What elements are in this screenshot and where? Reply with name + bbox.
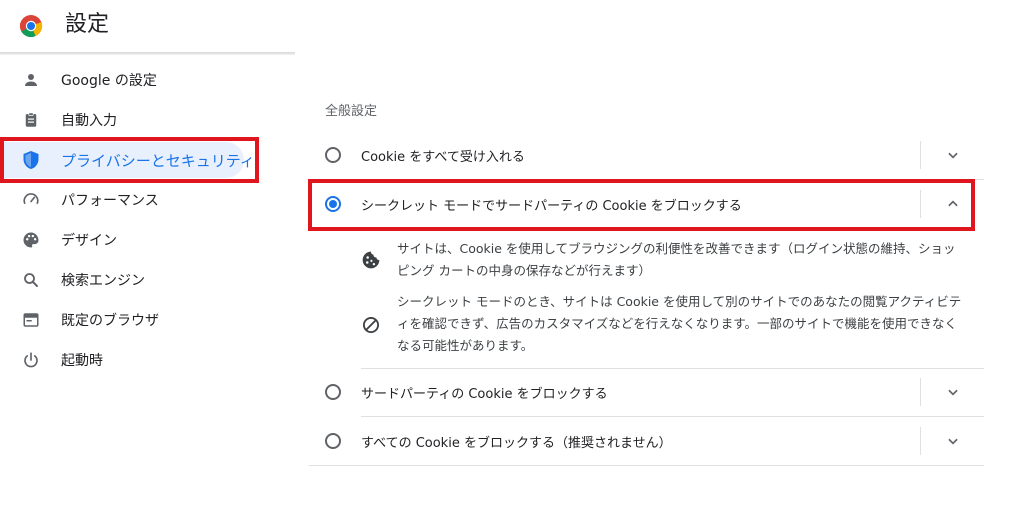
separator (920, 378, 921, 406)
cookie-icon (362, 251, 380, 269)
power-icon (21, 350, 41, 370)
detail-text: シークレット モードのとき、サイトは Cookie を使用して別のサイトでのあな… (397, 294, 962, 353)
sidebar-item-label: 起動時 (61, 353, 103, 369)
option-label: Cookie をすべて受け入れる (361, 150, 525, 165)
header-divider (0, 52, 295, 55)
sidebar-item-appearance[interactable]: デザイン (0, 220, 295, 260)
clipboard-icon (21, 110, 41, 130)
cookie-option-block-all[interactable]: すべての Cookie をブロックする（推奨されません） (309, 417, 984, 465)
search-icon (21, 270, 41, 290)
sidebar-item-autofill[interactable]: 自動入力 (0, 100, 295, 140)
radio-button[interactable] (325, 147, 341, 163)
block-icon (363, 317, 379, 333)
cookie-option-block-third-party[interactable]: サードパーティの Cookie をブロックする (309, 368, 984, 416)
sidebar-item-label: 検索エンジン (61, 273, 145, 289)
expand-button[interactable] (941, 143, 965, 167)
chevron-down-icon (948, 389, 958, 396)
chevron-down-icon (948, 438, 958, 445)
chevron-down-icon (948, 152, 958, 159)
option-label: シークレット モードでサードパーティの Cookie をブロックする (361, 199, 742, 214)
palette-icon (21, 230, 41, 250)
option-label: サードパーティの Cookie をブロックする (361, 387, 608, 402)
sidebar-item-label: 自動入力 (61, 113, 117, 129)
radio-button[interactable] (325, 433, 341, 449)
shield-icon (21, 150, 41, 170)
separator (920, 190, 921, 218)
sidebar-item-default-browser[interactable]: 既定のブラウザ (0, 300, 295, 340)
sidebar: Google の設定 自動入力 プライバシーとセキュリティ パフォーマンス デザ… (0, 60, 295, 380)
collapse-button[interactable] (941, 192, 965, 216)
app-header: 設定 (0, 0, 295, 54)
chevron-up-icon (948, 200, 958, 207)
sidebar-item-label: プライバシーとセキュリティ (61, 151, 255, 170)
radio-button-checked[interactable] (325, 196, 341, 212)
separator (920, 427, 921, 455)
sidebar-item-label: Google の設定 (61, 73, 157, 89)
chrome-logo-icon (19, 15, 43, 38)
browser-window-icon (21, 310, 41, 330)
expand-button[interactable] (941, 380, 965, 404)
radio-button[interactable] (325, 384, 341, 400)
cookie-option-block-third-party-incognito[interactable]: シークレット モードでサードパーティの Cookie をブロックする (309, 180, 984, 228)
cookie-option-allow-all[interactable]: Cookie をすべて受け入れる (309, 131, 984, 179)
section-title: 全般設定 (325, 104, 378, 119)
detail-text: サイトは、Cookie を使用してブラウジングの利便性を改善できます（ログイン状… (397, 241, 956, 278)
page-title: 設定 (65, 12, 110, 37)
sidebar-item-label: 既定のブラウザ (61, 313, 159, 329)
sidebar-item-performance[interactable]: パフォーマンス (0, 180, 295, 220)
sidebar-item-search-engine[interactable]: 検索エンジン (0, 260, 295, 300)
sidebar-item-label: パフォーマンス (61, 193, 159, 209)
expand-button[interactable] (941, 429, 965, 453)
speedometer-icon (21, 190, 41, 210)
sidebar-item-privacy-security[interactable]: プライバシーとセキュリティ (0, 140, 295, 180)
card-bottom-border (309, 465, 984, 466)
sidebar-item-label: デザイン (61, 233, 117, 249)
separator (920, 141, 921, 169)
sidebar-item-google-settings[interactable]: Google の設定 (0, 60, 295, 100)
option-label: すべての Cookie をブロックする（推奨されません） (361, 436, 672, 451)
person-icon (21, 70, 41, 90)
main-content: 全般設定 Cookie をすべて受け入れる シークレット モードでサードパーティ… (309, 0, 984, 513)
sidebar-item-on-startup[interactable]: 起動時 (0, 340, 295, 380)
